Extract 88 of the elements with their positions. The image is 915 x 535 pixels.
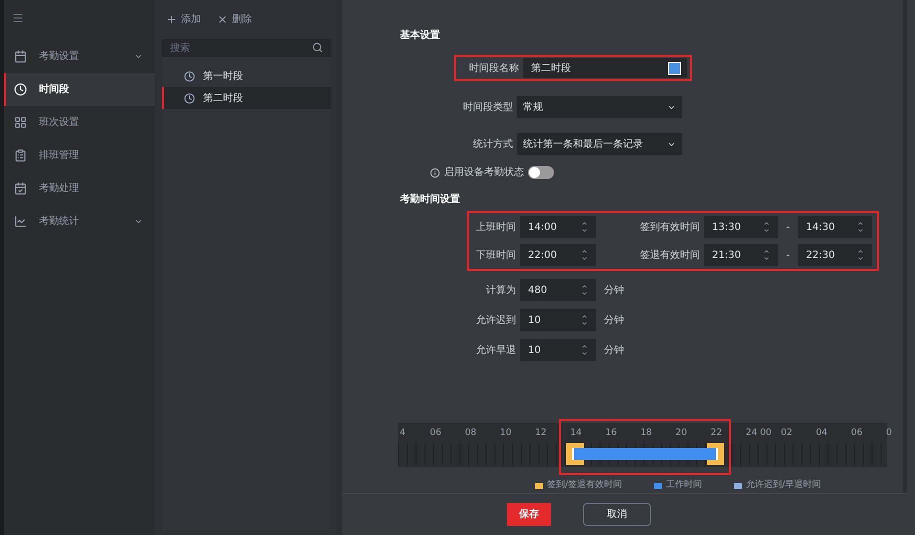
cancel-button[interactable]: 取消	[583, 502, 651, 526]
dropdown[interactable]: 常规	[517, 96, 682, 118]
unit-label: 分钟	[604, 284, 624, 298]
hour-label: 12	[535, 427, 547, 440]
spinner-icon[interactable]	[581, 248, 588, 262]
dropdown[interactable]: 统计第一条和最后一条记录	[517, 133, 682, 155]
hour-label: 14	[570, 427, 582, 440]
list-icon	[14, 149, 27, 162]
field-label: 允许迟到	[475, 314, 516, 328]
hour-label: 06	[851, 427, 862, 440]
legend-swatch	[535, 482, 543, 489]
toggle-switch[interactable]	[528, 166, 554, 179]
clock-icon	[184, 70, 195, 82]
toggle-label: 启用设备考勤状态	[444, 166, 524, 180]
legend-label: 工作时间	[666, 479, 702, 492]
hour-label: 02	[780, 427, 792, 440]
time-field[interactable]: 13:30	[704, 216, 778, 238]
legend-swatch	[734, 482, 742, 489]
field-label: 时间段名称	[468, 62, 519, 76]
number-field[interactable]: 480	[520, 279, 596, 301]
section-title: 基本设置	[400, 28, 441, 43]
sidebar-item[interactable]: 排班管理	[4, 139, 155, 172]
separator: -	[785, 220, 791, 234]
clock-icon	[14, 83, 27, 96]
sidebar-item[interactable]: 考勤设置	[4, 40, 155, 73]
hour-label: 24 00	[746, 427, 772, 440]
spinner-icon[interactable]	[857, 220, 864, 234]
sidebar-item[interactable]: 考勤统计	[4, 205, 155, 238]
calendar-icon	[14, 50, 27, 63]
calendar-check-icon	[14, 182, 27, 195]
name-field[interactable]: 第二时段	[523, 58, 687, 78]
number-field[interactable]: 10	[520, 339, 596, 361]
spinner-icon[interactable]	[581, 220, 588, 234]
field-label: 下班时间	[475, 248, 516, 262]
clock-icon	[184, 92, 195, 104]
hour-label: 10	[500, 427, 512, 440]
number-field[interactable]: 10	[520, 309, 596, 331]
legend-label: 签到/签退有效时间	[547, 479, 622, 492]
time-field[interactable]: 14:30	[798, 216, 872, 238]
add-button[interactable]: 添加	[166, 12, 201, 27]
hour-label: 22	[710, 427, 722, 440]
field-label: 计算为	[485, 284, 516, 298]
hour-label: 16	[605, 427, 617, 440]
field-label: 统计方式	[472, 138, 513, 152]
plus-icon	[166, 14, 177, 25]
hour-label: 08	[464, 427, 476, 440]
unit-label: 分钟	[604, 344, 624, 358]
hour-label: 4	[400, 427, 406, 440]
hour-label: 20	[676, 427, 687, 440]
time-field[interactable]: 21:30	[704, 244, 778, 266]
spinner-icon[interactable]	[581, 313, 588, 327]
time-field[interactable]: 22:00	[520, 244, 596, 266]
period-item[interactable]: 第二时段	[162, 87, 331, 109]
hour-label: 0	[886, 427, 892, 440]
field-label: 上班时间	[475, 220, 516, 234]
field-label: 签到有效时间	[639, 220, 700, 234]
search-field[interactable]: 搜索	[162, 39, 331, 57]
legend-swatch	[654, 482, 662, 489]
menu-icon[interactable]	[12, 12, 24, 24]
sidebar-item[interactable]: 时间段	[4, 73, 155, 106]
chart-icon	[14, 215, 27, 228]
search-icon[interactable]	[312, 42, 323, 53]
spinner-icon[interactable]	[763, 248, 770, 262]
delete-button[interactable]: 删除	[217, 12, 252, 27]
hour-label: 04	[816, 427, 828, 440]
info-icon	[430, 168, 440, 178]
field-label: 时间段类型	[462, 100, 513, 114]
time-field[interactable]: 22:30	[798, 244, 872, 266]
field-label: 签退有效时间	[639, 248, 700, 262]
close-icon	[217, 14, 228, 25]
grid-icon	[14, 116, 27, 129]
field-label: 允许早退	[475, 344, 516, 358]
legend-label: 允许迟到/早退时间	[746, 479, 822, 492]
hour-label: 06	[430, 427, 442, 440]
spinner-icon[interactable]	[857, 248, 864, 262]
spinner-icon[interactable]	[581, 283, 588, 297]
color-swatch[interactable]	[668, 62, 681, 74]
save-button[interactable]: 保存	[507, 502, 551, 526]
sidebar-item[interactable]: 考勤处理	[4, 172, 155, 205]
section-title: 考勤时间设置	[400, 192, 461, 207]
unit-label: 分钟	[604, 314, 624, 328]
spinner-icon[interactable]	[763, 220, 770, 234]
hour-label: 18	[640, 427, 652, 440]
separator: -	[785, 248, 791, 262]
time-field[interactable]: 14:00	[520, 216, 596, 238]
spinner-icon[interactable]	[581, 343, 588, 357]
sidebar-item[interactable]: 班次设置	[4, 106, 155, 139]
period-item[interactable]: 第一时段	[162, 65, 331, 87]
